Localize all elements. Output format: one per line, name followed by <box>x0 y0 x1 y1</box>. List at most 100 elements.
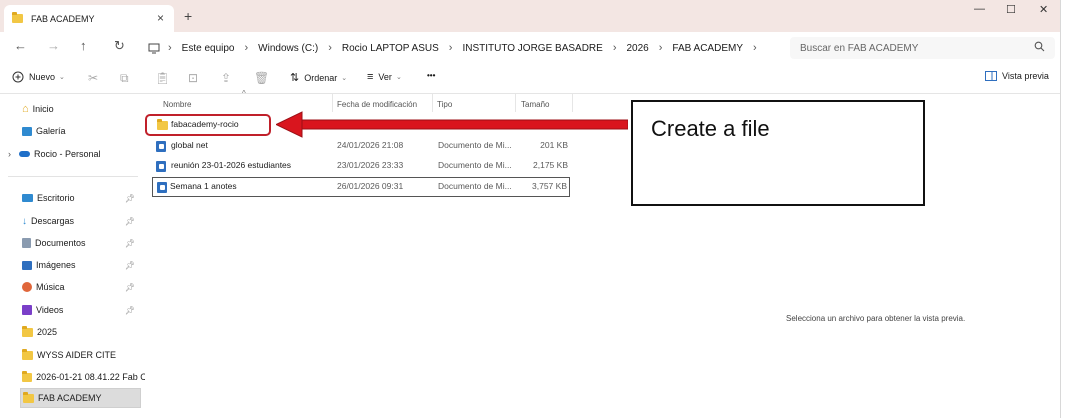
back-button[interactable]: ← <box>14 38 27 53</box>
pin-icon[interactable]: 📌︎ <box>125 306 135 315</box>
preview-pane-label: Vista previa <box>1002 71 1049 81</box>
plus-circle-icon <box>12 71 24 83</box>
delete-icon[interactable]: 🗑︎ <box>254 71 269 85</box>
pin-icon[interactable]: 📌︎ <box>125 261 135 270</box>
sidebar-item-wyss-aider-cite[interactable]: WYSS AIDER CITE <box>0 345 145 365</box>
file-size: 201 KB <box>540 140 568 150</box>
chevron-right-icon: › <box>168 42 172 54</box>
rename-icon[interactable]: ⊡ <box>188 71 198 85</box>
sidebar-item-escritorio[interactable]: Escritorio 📌︎ <box>0 188 145 208</box>
sidebar-item-videos[interactable]: Videos 📌︎ <box>0 300 145 320</box>
sidebar-item-rocio-personal[interactable]: › Rocio - Personal <box>0 144 145 164</box>
file-name: global net <box>171 140 208 150</box>
pin-icon[interactable]: 📌︎ <box>125 239 135 248</box>
documents-icon <box>22 238 31 248</box>
up-button[interactable]: ↑ <box>80 38 87 53</box>
search-box[interactable] <box>790 37 1055 59</box>
forward-button[interactable]: → <box>47 38 60 53</box>
crumb-este-equipo[interactable]: Este equipo <box>182 43 235 54</box>
file-row[interactable]: reunión 23-01-2026 estudiantes 23/01/202… <box>150 156 570 176</box>
sidebar-item-inicio[interactable]: ⌂ Inicio <box>0 99 145 119</box>
file-type: Documento de Mi... <box>438 140 512 150</box>
crumb-instituto[interactable]: INSTITUTO JORGE BASADRE <box>462 43 602 54</box>
sort-button[interactable]: ⇅ Ordenar ⌄ <box>290 71 347 84</box>
crumb-windows-c[interactable]: Windows (C:) <box>258 43 318 54</box>
download-icon: ↓ <box>22 215 27 227</box>
file-row-focused[interactable]: Semana 1 anotes 26/01/2026 09:31 Documen… <box>152 177 570 197</box>
sidebar-item-galeria[interactable]: Galería <box>0 121 145 141</box>
pin-icon[interactable]: 📌︎ <box>125 217 135 226</box>
command-bar: Nuevo ⌄ ✂ ⧉ 📋︎ ⊡ ⇪ 🗑︎ ⇅ Ordenar ⌄ ≡ Ver … <box>0 62 1060 94</box>
crumb-2026[interactable]: 2026 <box>627 43 649 54</box>
annotation-callout: Create a file <box>631 100 925 206</box>
sidebar-item-musica[interactable]: Música 📌︎ <box>0 277 145 297</box>
search-input[interactable] <box>800 42 1030 54</box>
cut-icon[interactable]: ✂ <box>88 71 98 85</box>
chevron-down-icon: ⌄ <box>341 74 348 82</box>
sidebar-item-fab-academy[interactable]: FAB ACADEMY <box>20 388 141 408</box>
maximize-button[interactable]: ☐ <box>1006 3 1016 16</box>
close-window-button[interactable]: ✕ <box>1039 3 1048 16</box>
minimize-button[interactable]: — <box>974 3 985 15</box>
crumb-rocio-laptop[interactable]: Rocio LAPTOP ASUS <box>342 43 439 54</box>
folder-icon <box>22 325 33 337</box>
file-size: 2,175 KB <box>533 160 568 170</box>
search-icon <box>1034 41 1045 52</box>
preview-empty-message: Selecciona un archivo para obtener la vi… <box>786 314 966 323</box>
home-icon: ⌂ <box>22 103 29 115</box>
file-modified: 26/01/2026 09:31 <box>337 181 404 191</box>
tab-title: FAB ACADEMY <box>31 13 95 24</box>
document-icon <box>157 182 167 193</box>
navigation-pane: ⌂ Inicio Galería › Rocio - Personal Escr… <box>0 94 145 418</box>
computer-icon <box>148 43 160 53</box>
new-button-label: Nuevo <box>29 72 56 82</box>
preview-pane-button[interactable]: Vista previa <box>985 71 1049 81</box>
window-border <box>1060 0 1061 418</box>
share-icon[interactable]: ⇪ <box>221 71 231 85</box>
view-button-label: Ver <box>378 72 392 82</box>
sidebar-divider <box>8 176 138 177</box>
chevron-right-icon: › <box>244 42 249 54</box>
sort-button-label: Ordenar <box>304 72 338 83</box>
tab-close-button[interactable]: × <box>157 11 164 25</box>
breadcrumb[interactable]: › Este equipo › Windows (C:) › Rocio LAP… <box>140 37 772 59</box>
column-header-name[interactable]: Nombre <box>163 100 191 109</box>
pin-icon[interactable]: 📌︎ <box>125 194 135 203</box>
chevron-right-icon[interactable]: › <box>8 149 11 159</box>
document-icon <box>156 141 166 152</box>
view-button[interactable]: ≡ Ver ⌄ <box>367 71 402 83</box>
sidebar-item-documentos[interactable]: Documentos 📌︎ <box>0 233 145 253</box>
view-icon: ≡ <box>367 71 374 83</box>
sidebar-item-fab-class-2026-01-21[interactable]: 2026-01-21 08.41.22 Fab Cla <box>0 367 145 387</box>
chevron-right-icon[interactable]: › <box>753 42 757 54</box>
refresh-button[interactable]: ↻ <box>114 38 125 54</box>
copy-icon[interactable]: ⧉ <box>120 71 129 86</box>
sort-icon: ⇅ <box>290 72 300 84</box>
chevron-right-icon: › <box>658 42 663 54</box>
column-header-type[interactable]: Tipo <box>437 100 452 109</box>
column-header-modified[interactable]: Fecha de modificación <box>337 100 417 109</box>
videos-icon <box>22 305 32 315</box>
folder-icon <box>22 370 33 382</box>
crumb-fab-academy[interactable]: FAB ACADEMY <box>672 43 743 54</box>
pin-icon[interactable]: 📌︎ <box>125 283 135 292</box>
tab-fab-academy[interactable]: FAB ACADEMY × <box>4 5 174 32</box>
music-icon <box>22 282 32 292</box>
sidebar-item-descargas[interactable]: ↓ Descargas 📌︎ <box>0 211 145 231</box>
chevron-down-icon: ⌄ <box>395 74 402 81</box>
annotation-arrow-icon <box>276 111 628 138</box>
chevron-down-icon: ⌄ <box>59 74 65 81</box>
preview-pane-icon <box>985 71 997 81</box>
folder-icon <box>22 348 33 360</box>
sidebar-item-imagenes[interactable]: Imágenes 📌︎ <box>0 255 145 275</box>
new-tab-button[interactable]: + <box>184 8 192 24</box>
column-header-size[interactable]: Tamaño <box>521 100 549 109</box>
desktop-icon <box>22 194 33 202</box>
sidebar-item-2025[interactable]: 2025 <box>0 322 145 342</box>
gallery-icon <box>22 126 32 136</box>
file-name: Semana 1 anotes <box>170 181 237 191</box>
new-button[interactable]: Nuevo ⌄ <box>12 71 65 83</box>
address-row: ← → ↑ ↻ › Este equipo › Windows (C:) › R… <box>0 32 1060 62</box>
paste-icon[interactable]: 📋︎ <box>155 71 170 85</box>
more-options-button[interactable]: ••• <box>427 71 435 80</box>
